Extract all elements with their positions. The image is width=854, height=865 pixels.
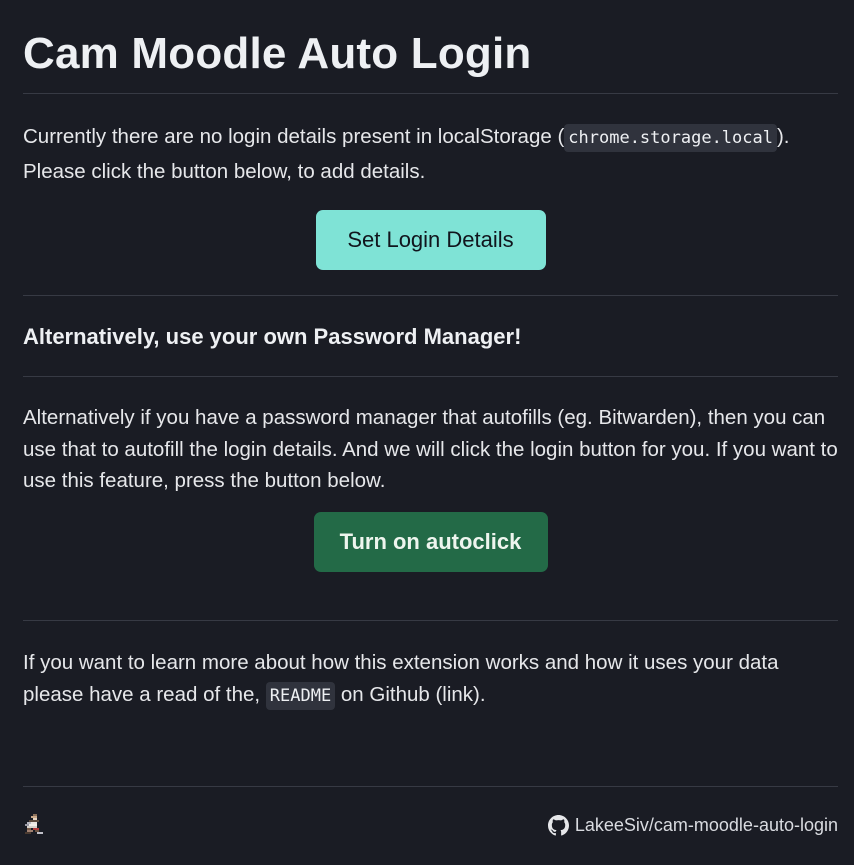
set-login-details-button[interactable]: Set Login Details (315, 210, 546, 270)
repo-link[interactable]: LakeeSiv/cam-moodle-auto-login (547, 814, 838, 836)
pixel-avatar-icon[interactable] (23, 814, 45, 836)
storage-code: chrome.storage.local (564, 124, 777, 152)
readme-text: If you want to learn more about how this… (23, 647, 838, 712)
password-manager-heading-section: Alternatively, use your own Password Man… (23, 296, 838, 376)
page-title: Cam Moodle Auto Login (23, 29, 532, 78)
readme-code[interactable]: README (265, 681, 336, 710)
login-instruction-text: Please click the button below, to add de… (23, 160, 426, 183)
login-section: Currently there are no login details pre… (23, 94, 838, 270)
password-manager-heading: Alternatively, use your own Password Man… (23, 324, 522, 349)
login-status-text-start: Currently there are no login details pre… (23, 125, 565, 148)
set-login-row: Set Login Details (23, 210, 838, 270)
login-status-text-end: ). (776, 125, 790, 148)
readme-text-end: on Github (link). (335, 682, 486, 706)
login-status-text: Currently there are no login details pre… (23, 120, 838, 188)
autoclick-row: Turn on autoclick (23, 511, 838, 572)
readme-section: If you want to learn more about how this… (23, 621, 838, 712)
password-manager-section: Alternatively if you have a password man… (23, 377, 838, 572)
footer-row: LakeeSiv/cam-moodle-auto-login (23, 787, 838, 865)
github-icon (547, 814, 569, 836)
main-container: Cam Moodle Auto Login Currently there ar… (23, 0, 838, 712)
repo-label: LakeeSiv/cam-moodle-auto-login (574, 814, 838, 835)
password-manager-description: Alternatively if you have a password man… (23, 406, 838, 492)
footer: LakeeSiv/cam-moodle-auto-login (23, 786, 838, 865)
turn-on-autoclick-button[interactable]: Turn on autoclick (313, 511, 548, 572)
